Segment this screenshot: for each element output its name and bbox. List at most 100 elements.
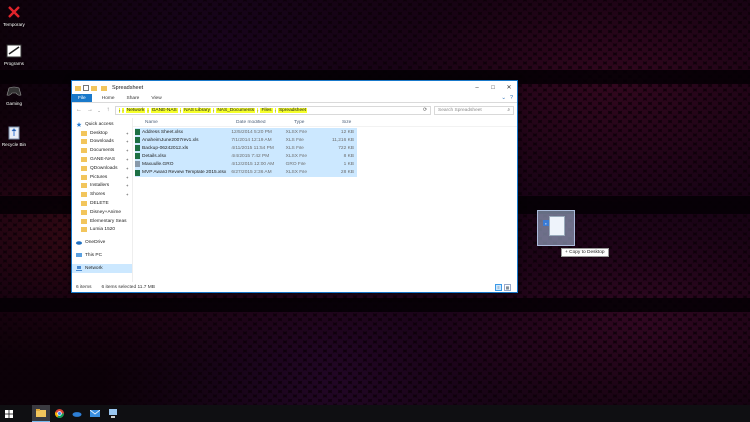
recycle-bin-icon	[5, 123, 23, 141]
tab-share[interactable]: Share	[121, 94, 146, 102]
table-row[interactable]: Backup-06242012.xls 4/11/2015 11:54 PM XLS…	[135, 144, 357, 153]
breadcrumb-separator: ›	[179, 107, 182, 113]
chrome-icon[interactable]	[50, 405, 68, 422]
start-icon[interactable]	[0, 405, 18, 422]
file-name: Backup-06242012.xls	[142, 145, 189, 151]
back-button[interactable]: ←	[75, 106, 83, 114]
refresh-icon[interactable]: ⟳	[423, 108, 427, 113]
properties-icon[interactable]	[83, 84, 89, 91]
pin-icon[interactable]: ✦	[126, 183, 129, 188]
sidebar-item-shores[interactable]: Shores ✦	[72, 190, 132, 199]
breadcrumb-nas-library[interactable]: NAS Library	[183, 107, 211, 113]
sidebar-item-downloads[interactable]: Downloads ✦	[72, 138, 132, 147]
sidebar-item-lumia-1520[interactable]: Lumia 1520	[72, 226, 132, 235]
nav-network[interactable]: Network	[72, 263, 132, 273]
desktop-icon-programs[interactable]: Programs	[0, 42, 28, 66]
breadcrumb-gane-nas[interactable]: GANE-NAS	[150, 107, 178, 113]
sidebar-item-gane-nas[interactable]: GANE-NAS ✦	[72, 155, 132, 164]
column-type[interactable]: Type	[292, 120, 340, 125]
file-explorer-window[interactable]: Spreadsheet – □ ✕ File Home Share View ⌄…	[71, 80, 518, 293]
table-row[interactable]: Address Sheet.xlsx 12/5/2014 5:20 PM XLSX …	[135, 128, 357, 137]
folder-icon	[81, 130, 87, 136]
new-folder-icon[interactable]	[91, 85, 97, 91]
forward-button[interactable]: →	[86, 106, 94, 114]
folder-icon	[81, 218, 87, 224]
network-share-icon[interactable]	[104, 405, 122, 422]
desktop-icon-gaming[interactable]: Gaming	[0, 82, 28, 106]
file-type-cell: XLSX File	[285, 153, 308, 159]
chevron-down-icon[interactable]: ⌄	[501, 95, 506, 101]
address-bar[interactable]: ▪ › Network › GANE-NAS › NAS Library › N…	[115, 105, 431, 115]
file-icon	[135, 161, 140, 168]
search-input[interactable]: Search Spreadsheet ⌕	[434, 105, 514, 115]
nav-this-pc[interactable]: This PC	[72, 251, 132, 260]
table-row[interactable]: AnaheimJune2007rev1.xls 7/1/2014 12:19 AM…	[135, 136, 357, 145]
column-date-modified[interactable]: Date modified	[234, 120, 292, 125]
sidebar-item-pictures[interactable]: Pictures ✦	[72, 173, 132, 182]
table-row[interactable]: MVP Award Review Template 2015.xlsx 6/27/…	[135, 168, 357, 177]
tab-view[interactable]: View	[145, 94, 167, 102]
tab-file[interactable]: File	[72, 94, 92, 102]
desktop-icon-recycle-bin[interactable]: Recycle Bin	[0, 123, 28, 147]
sidebar-item-delete[interactable]: DELETE	[72, 199, 132, 208]
nav-onedrive[interactable]: OneDrive	[72, 238, 132, 247]
column-name[interactable]: Name	[133, 120, 234, 125]
pin-icon[interactable]: ✦	[126, 175, 129, 180]
sidebar-item-qdownloads[interactable]: QDownloads ✦	[72, 164, 132, 173]
network-icon: ▪	[119, 107, 121, 113]
excel-file-icon	[135, 129, 140, 136]
tab-home[interactable]: Home	[96, 94, 121, 102]
breadcrumb-network[interactable]: Network	[125, 107, 146, 113]
close-button[interactable]: ✕	[501, 81, 517, 94]
nav-label: Downloads	[90, 139, 114, 145]
search-icon[interactable]	[18, 405, 32, 422]
file-size-cell: 28 KB	[340, 170, 354, 176]
sidebar-item-elementary-seas[interactable]: Elementary Seas	[72, 217, 132, 226]
table-row[interactable]: Maxuulle.GRO 4/12/2015 12:00 AM GRO File 1 …	[135, 160, 357, 169]
pin-icon[interactable]: ✦	[126, 148, 129, 153]
large-icons-view-button[interactable]: ▦	[504, 283, 511, 291]
folder-icon	[75, 85, 81, 91]
nav-label: This PC	[85, 253, 103, 259]
file-type-cell: XLSX File	[285, 129, 308, 135]
breadcrumb-spreadsheet[interactable]: Spreadsheet	[277, 107, 308, 113]
pin-icon[interactable]: ✦	[126, 192, 129, 197]
column-size[interactable]: Size	[340, 120, 370, 125]
nav-label: Network	[85, 265, 103, 271]
file-name-cell: Maxuulle.GRO	[135, 161, 229, 168]
pin-icon[interactable]: ✦	[126, 157, 129, 162]
window-title: Spreadsheet	[112, 84, 144, 91]
file-list[interactable]: Name Date modified Type Size Address She…	[133, 118, 517, 282]
onedrive-icon[interactable]	[68, 405, 86, 422]
file-size-cell: 1 KB	[343, 161, 354, 167]
navigation-pane[interactable]: Quick access Desktop ✦ Downloads ✦ Documents…	[72, 118, 133, 282]
minimize-button[interactable]: –	[469, 81, 485, 94]
maximize-button[interactable]: □	[485, 81, 501, 94]
breadcrumb-separator: ›	[122, 107, 124, 113]
pin-icon[interactable]: ✦	[126, 131, 129, 136]
pin-icon[interactable]: ✦	[126, 139, 129, 144]
details-view-button[interactable]: ≡	[495, 283, 502, 291]
recent-locations-button[interactable]: ⌄	[97, 106, 101, 114]
table-row[interactable]: Details.xlsx 4/4/2015 7:42 PM XLSX File 8 K…	[135, 152, 357, 161]
desktop-icon-temporary[interactable]: Temporary	[0, 3, 28, 27]
title-bar[interactable]: Spreadsheet – □ ✕	[72, 81, 517, 94]
folder-icon	[81, 183, 87, 189]
breadcrumb-files[interactable]: Files	[260, 107, 273, 113]
mail-icon[interactable]	[86, 405, 104, 422]
sidebar-item-documents[interactable]: Documents ✦	[72, 146, 132, 155]
nav-quick-access[interactable]: Quick access	[72, 120, 132, 129]
breadcrumb-nas-documents[interactable]: NAS_Documents	[216, 107, 256, 113]
file-type-cell: GRO File	[285, 161, 306, 167]
sidebar-item-disney-anime[interactable]: Disney+Anime	[72, 208, 132, 217]
help-icon[interactable]: ?	[510, 95, 513, 101]
up-button[interactable]: ↑	[104, 106, 112, 114]
pin-icon[interactable]: ✦	[126, 166, 129, 171]
file-name-cell: Details.xlsx	[135, 153, 229, 160]
gamepad-icon	[5, 82, 23, 100]
nav-label: Desktop	[90, 130, 108, 136]
sidebar-item-installers[interactable]: Installers ✦	[72, 182, 132, 191]
sidebar-item-desktop[interactable]: Desktop ✦	[72, 129, 132, 138]
nav-label: Disney+Anime	[90, 209, 122, 215]
file-explorer-icon[interactable]	[32, 405, 50, 422]
